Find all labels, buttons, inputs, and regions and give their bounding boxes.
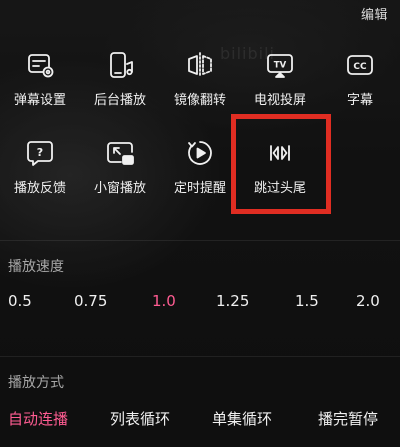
play-mode-section-title: 播放方式 [8,375,64,391]
mirror-flip-button[interactable]: 镜像翻转 [160,44,240,122]
svg-text:?: ? [37,146,43,159]
tv-cast-icon: TV [263,48,297,82]
speed-option-1-5[interactable]: 1.5 [295,292,319,310]
highlight-annotation-box [231,114,331,214]
speed-options: 0.5 0.75 1.0 1.25 1.5 2.0 [0,292,400,316]
playback-feedback-icon: ? [23,136,57,170]
tile-label: 播放反馈 [13,181,66,196]
play-mode-auto-continue[interactable]: 自动连播 [8,408,68,429]
tile-label: 字幕 [346,93,373,108]
edit-button[interactable]: 编辑 [361,4,388,23]
play-mode-single-loop[interactable]: 单集循环 [212,408,272,429]
background-play-button[interactable]: 后台播放 [80,44,160,122]
mini-window-button[interactable]: 小窗播放 [80,132,160,210]
play-mode-pause-after[interactable]: 播完暂停 [318,408,378,429]
speed-section-title: 播放速度 [8,259,64,275]
speed-option-0-75[interactable]: 0.75 [74,292,107,310]
tile-label: 后台播放 [93,93,146,108]
playback-settings-panel: { "header": { "edit_label": "编辑" }, "wat… [0,0,400,447]
tile-label: 电视投屏 [253,93,306,108]
speed-option-1-25[interactable]: 1.25 [216,292,249,310]
speed-option-2-0[interactable]: 2.0 [356,292,380,310]
play-mode-options: 自动连播 列表循环 单集循环 播完暂停 [0,408,400,432]
tools-row-2: ? 播放反馈 小窗播放 定时提醒 跳过头尾 [0,132,400,210]
tile-label: 小窗播放 [93,181,146,196]
danmaku-settings-icon [23,48,57,82]
mini-window-icon [103,136,137,170]
speed-option-0-5[interactable]: 0.5 [8,292,32,310]
timer-reminder-button[interactable]: 定时提醒 [160,132,240,210]
tv-cast-button[interactable]: TV 电视投屏 [240,44,320,122]
timer-reminder-icon [183,136,217,170]
playback-feedback-button[interactable]: ? 播放反馈 [0,132,80,210]
subtitle-button[interactable]: CC 字幕 [320,44,400,122]
danmaku-settings-button[interactable]: 弹幕设置 [0,44,80,122]
svg-text:CC: CC [353,62,367,72]
tile-label: 定时提醒 [173,181,226,196]
tools-row-1: 弹幕设置 后台播放 镜像翻转 TV 电视投屏 CC 字幕 [0,44,400,122]
tile-label: 弹幕设置 [13,93,66,108]
tile-label: 镜像翻转 [173,93,226,108]
speed-option-1-0[interactable]: 1.0 [152,292,176,310]
divider [0,240,400,241]
background-play-icon [103,48,137,82]
play-mode-list-loop[interactable]: 列表循环 [110,408,170,429]
divider [0,356,400,357]
svg-text:TV: TV [274,61,287,71]
subtitle-icon: CC [343,48,377,82]
mirror-flip-icon [183,48,217,82]
